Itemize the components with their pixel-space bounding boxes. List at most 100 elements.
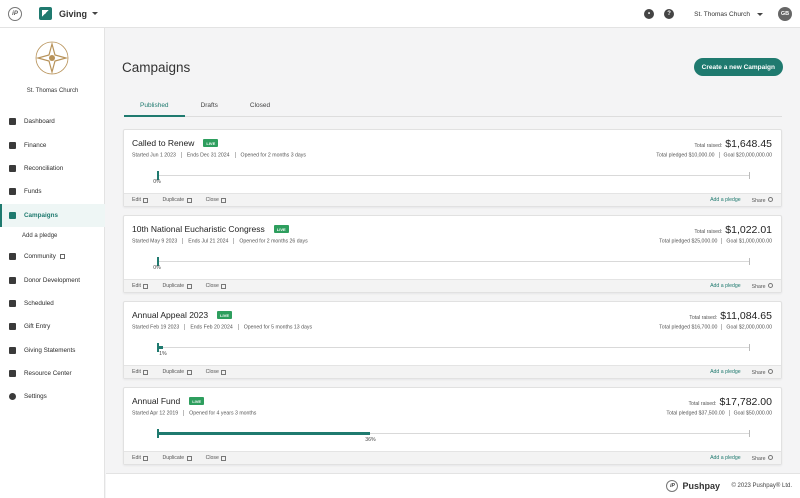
gear-icon [9,393,16,401]
share-label: Share [751,369,766,376]
sidebar-item-donor-development[interactable]: Donor Development [0,268,105,291]
pushpay-logo-icon[interactable]: iP [8,6,22,21]
share-button[interactable]: Share [752,282,773,290]
church-logo [35,41,69,75]
campaign-name[interactable]: Called to Renew [132,138,194,148]
close-button[interactable]: Close [206,283,227,289]
sidebar-item-finance[interactable]: Finance [0,133,105,156]
status-badge: LIVE [273,225,289,233]
avatar[interactable]: GB [778,7,792,21]
add-pledge-link[interactable]: Add a pledge [710,197,741,203]
share-icon [768,454,773,460]
sidebar-item-funds[interactable]: Funds [0,180,105,203]
edit-button[interactable]: Edit [132,369,149,375]
share-icon [768,196,773,202]
tab-published[interactable]: Published [124,98,185,117]
chevron-down-icon[interactable] [757,12,763,16]
raised-label: Total raised: [694,143,723,149]
resource-icon [9,370,16,378]
sidebar-item-label: Donor Development [24,276,81,284]
campaign-title-row: Called to Renew LIVE [132,138,219,148]
campaign-card[interactable]: Called to Renew LIVE Started Jun 1 2023 End… [123,129,782,207]
campaign-title-row: Annual Appeal 2023 LIVE [132,310,232,320]
pledged-amount: Total pledged $10,000.00 [656,152,715,159]
giving-app-icon [39,7,52,20]
edit-button[interactable]: Edit [132,283,149,289]
add-pledge-link[interactable]: Add a pledge [710,455,741,461]
church-selector[interactable]: St. Thomas Church [694,11,750,18]
sidebar-nav: Dashboard Finance Reconciliation Funds C… [0,110,105,409]
campaign-meta: Started Feb 19 2023 Ends Feb 20 2024 Opene… [132,324,312,330]
campaign-name[interactable]: Annual Fund [132,396,180,406]
add-pledge-link[interactable]: Add a pledge [710,283,741,289]
edit-label: Edit [132,283,141,289]
sidebar-item-label: Settings [24,393,47,401]
close-label: Close [205,455,219,461]
campaign-raised: Total raised: $1,648.45 [694,138,772,150]
campaign-raised: Total raised: $11,084.65 [689,310,772,322]
progress-end-marker [749,172,750,179]
sidebar-subitem-add-pledge[interactable]: Add a pledge [0,227,105,245]
close-label: Close [205,369,219,375]
share-button[interactable]: Share [752,196,773,204]
edit-button[interactable]: Edit [132,455,149,461]
campaign-actions: Edit Duplicate Close Add a pledge Share [124,365,781,378]
raised-label: Total raised: [689,315,718,321]
campaign-raised: Total raised: $17,782.00 [688,396,772,408]
chevron-down-icon[interactable] [92,12,99,15]
tab-closed[interactable]: Closed [234,98,286,117]
add-pledge-link[interactable]: Add a pledge [710,369,741,375]
campaign-actions: Edit Duplicate Close Add a pledge Share [124,193,781,206]
sidebar: St. Thomas Church Dashboard Finance Reco… [0,28,105,498]
status-badge: LIVE [203,139,219,147]
share-button[interactable]: Share [751,368,773,376]
edit-label: Edit [132,369,141,375]
close-button[interactable]: Close [206,197,227,203]
campaign-pledged: Total pledged $37,500.00 Goal $50,000.00 [666,410,772,416]
sidebar-item-scheduled[interactable]: Scheduled [0,292,105,315]
sidebar-item-label: Finance [24,141,47,149]
notification-icon[interactable]: • [644,9,655,19]
sidebar-item-community[interactable]: Community [0,245,105,268]
duplicate-button[interactable]: Duplicate [162,369,192,375]
progress-fill [157,432,371,435]
raised-label: Total raised: [694,229,723,235]
dashboard-icon [9,118,16,126]
help-icon[interactable]: ? [664,9,675,19]
campaign-card[interactable]: Annual Appeal 2023 LIVE Started Feb 19 202… [123,301,782,379]
progress-bar: 0% [153,257,750,271]
sidebar-item-giving-statements[interactable]: Giving Statements [0,339,105,362]
sidebar-item-gift-entry[interactable]: Gift Entry [0,315,105,338]
share-button[interactable]: Share [752,454,773,462]
duplicate-button[interactable]: Duplicate [162,283,192,289]
campaign-meta: Started Jun 1 2023 Ends Dec 31 2024 Opened… [132,152,306,158]
close-button[interactable]: Close [206,455,227,461]
duplicate-label: Duplicate [162,283,185,289]
campaign-opened: Opened for 5 months 13 days [243,324,313,331]
sidebar-item-campaigns[interactable]: Campaigns [0,203,105,228]
campaign-card[interactable]: Annual Fund LIVE Started Apr 12 2019 Opened… [123,387,782,465]
page-title: Campaigns [122,60,191,75]
edit-button[interactable]: Edit [132,197,149,203]
sidebar-item-dashboard[interactable]: Dashboard [0,110,105,133]
duplicate-button[interactable]: Duplicate [162,455,192,461]
community-icon [9,253,16,261]
finance-icon [9,141,16,149]
app-switcher-label[interactable]: Giving [59,9,87,19]
campaign-opened: Opened for 2 months 26 days [239,238,308,245]
raised-amount: $11,084.65 [720,310,772,322]
campaign-started: Started Jun 1 2023 [132,152,176,159]
campaign-card[interactable]: 10th National Eucharistic Congress LIVE St… [123,215,782,293]
campaign-name[interactable]: 10th National Eucharistic Congress [132,224,265,234]
sidebar-item-settings[interactable]: Settings [0,385,105,408]
duplicate-button[interactable]: Duplicate [162,197,192,203]
top-bar: iP Giving • ? St. Thomas Church GB [0,0,800,28]
campaign-opened: Opened for 2 months 3 days [240,152,306,159]
sidebar-item-resource-center[interactable]: Resource Center [0,362,105,385]
campaign-name[interactable]: Annual Appeal 2023 [132,310,208,320]
status-badge: LIVE [189,397,205,405]
tab-drafts[interactable]: Drafts [185,98,234,117]
sidebar-item-reconciliation[interactable]: Reconciliation [0,157,105,180]
close-button[interactable]: Close [206,369,227,375]
create-campaign-button[interactable]: Create a new Campaign [693,58,783,76]
